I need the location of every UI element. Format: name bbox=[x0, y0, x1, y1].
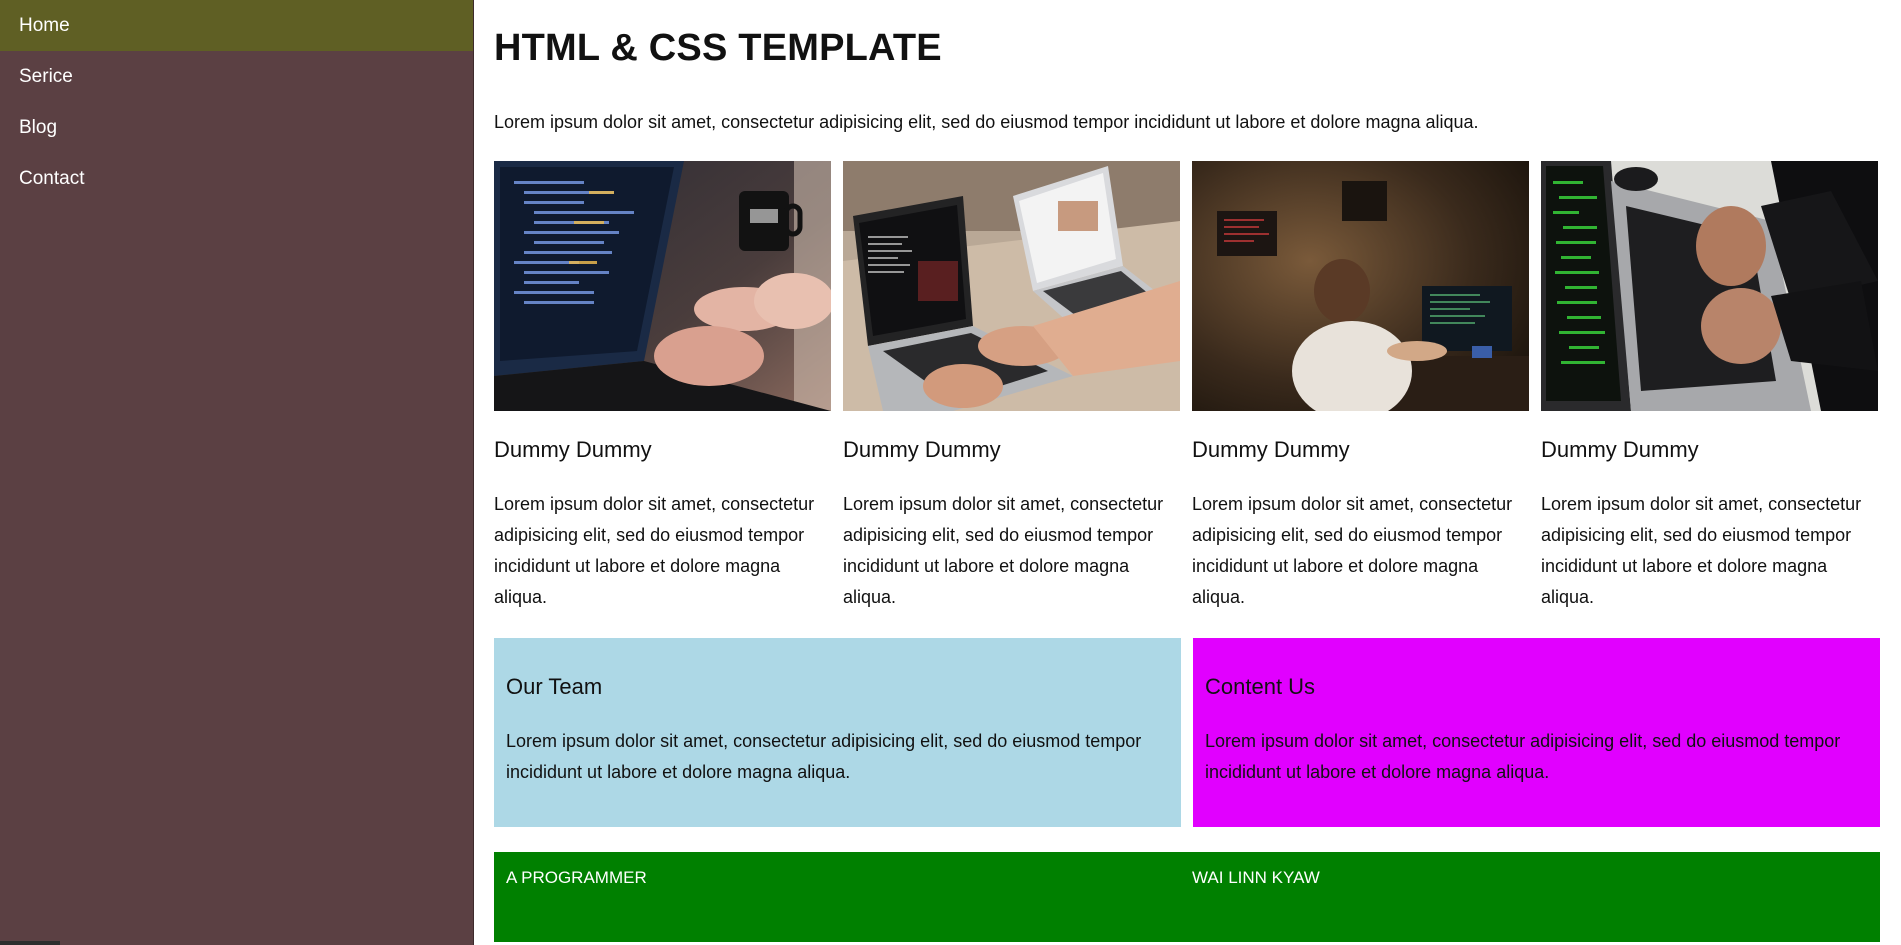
contact-title: Content Us bbox=[1205, 674, 1316, 699]
card-title: Dummy Dummy bbox=[843, 437, 1001, 462]
hands-typing-green-code-photo bbox=[1541, 161, 1878, 411]
team-text: Lorem ipsum dolor sit amet, consectetur … bbox=[506, 731, 1142, 782]
card-title: Dummy Dummy bbox=[494, 437, 652, 462]
card: Dummy Dummy Lorem ipsum dolor sit amet, … bbox=[1192, 161, 1529, 613]
main-content: HTML & CSS TEMPLATE Lorem ipsum dolor si… bbox=[494, 0, 1880, 945]
card-grid: Dummy Dummy Lorem ipsum dolor sit amet, … bbox=[494, 161, 1880, 613]
page: Home Serice Blog Contact HTML & CSS TEMP… bbox=[0, 0, 1901, 945]
sidebar-bottom-strip bbox=[0, 941, 60, 945]
info-row: Our Team Lorem ipsum dolor sit amet, con… bbox=[494, 638, 1880, 827]
card-text: Lorem ipsum dolor sit amet, consectetur … bbox=[1192, 494, 1513, 607]
intro-text: Lorem ipsum dolor sit amet, consectetur … bbox=[494, 112, 1479, 132]
card-text: Lorem ipsum dolor sit amet, consectetur … bbox=[1541, 494, 1862, 607]
contact-text: Lorem ipsum dolor sit amet, consectetur … bbox=[1205, 731, 1841, 782]
contact-box: Content Us Lorem ipsum dolor sit amet, c… bbox=[1193, 638, 1880, 827]
card-text: Lorem ipsum dolor sit amet, consectetur … bbox=[843, 494, 1164, 607]
footer-right-text: WAI LINN KYAW bbox=[1192, 868, 1320, 887]
team-title: Our Team bbox=[506, 674, 603, 699]
sidebar: Home Serice Blog Contact bbox=[0, 0, 474, 945]
laptop-code-coffee-photo bbox=[494, 161, 831, 411]
sidebar-item-serice[interactable]: Serice bbox=[0, 51, 473, 102]
team-box: Our Team Lorem ipsum dolor sit amet, con… bbox=[494, 638, 1181, 827]
page-title: HTML & CSS TEMPLATE bbox=[494, 27, 942, 69]
card: Dummy Dummy Lorem ipsum dolor sit amet, … bbox=[843, 161, 1180, 613]
card-title: Dummy Dummy bbox=[1541, 437, 1699, 462]
two-laptops-desk-photo bbox=[843, 161, 1180, 411]
footer-left-text: A PROGRAMMER bbox=[506, 868, 647, 887]
card-text: Lorem ipsum dolor sit amet, consectetur … bbox=[494, 494, 815, 607]
card-title: Dummy Dummy bbox=[1192, 437, 1350, 462]
sidebar-item-contact[interactable]: Contact bbox=[0, 153, 473, 204]
card: Dummy Dummy Lorem ipsum dolor sit amet, … bbox=[1541, 161, 1878, 613]
person-at-monitor-dark-room-photo bbox=[1192, 161, 1529, 411]
card: Dummy Dummy Lorem ipsum dolor sit amet, … bbox=[494, 161, 831, 613]
footer: A PROGRAMMER WAI LINN KYAW bbox=[494, 852, 1880, 942]
sidebar-item-blog[interactable]: Blog bbox=[0, 102, 473, 153]
sidebar-item-home[interactable]: Home bbox=[0, 0, 473, 51]
